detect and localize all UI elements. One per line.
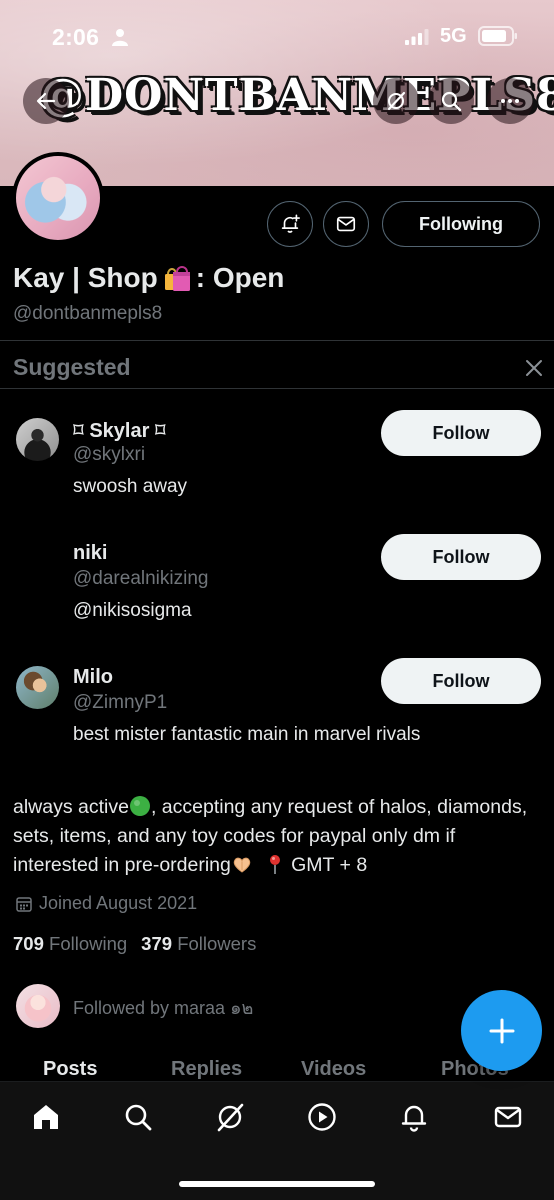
suggested-user-avatar[interactable] [16,542,59,585]
suggested-user-name: ⌑ Skylar ⌑ [73,420,166,442]
suggested-user-bio: @nikisosigma [73,600,192,621]
message-button[interactable] [323,201,369,247]
divider [0,388,554,389]
suggested-user-handle: @ZimnyP1 [73,692,168,713]
suggested-user-avatar[interactable] [16,418,59,461]
battery-icon [478,26,517,46]
grok-button[interactable] [373,78,419,124]
green-circle-icon [129,796,150,816]
followers-count: 379 [141,933,173,954]
back-button[interactable] [23,78,69,124]
profile-handle: @dontbanmepls8 [13,303,163,324]
followed-by-avatar[interactable] [16,984,60,1028]
profile-avatar[interactable] [12,152,104,244]
joined-text: Joined August 2021 [39,893,198,913]
heart-hands-icon [233,857,251,873]
compose-button[interactable] [461,990,542,1071]
more-icon [501,99,519,103]
mail-icon[interactable] [492,1101,524,1133]
following-button[interactable]: Following [382,201,540,247]
display-name: Kay | Shop : Open [13,262,284,294]
followed-by-text[interactable]: Followed by maraa ๑๒ [73,993,253,1022]
grok-icon[interactable] [214,1101,246,1133]
shopping-bags-icon [164,266,190,291]
followers-label: Followers [177,933,257,954]
display-name-text: Kay | Shop [13,262,158,293]
tab-replies[interactable]: Replies [171,1058,242,1081]
bio-location: GMT + 8 [291,854,368,876]
follow-button[interactable]: Follow [381,534,541,580]
search-button[interactable] [428,78,474,124]
home-indicator[interactable] [179,1181,375,1187]
grok-icon [387,91,406,111]
suggested-user-avatar[interactable] [16,666,59,709]
suggested-user-handle: @skylxri [73,444,146,465]
back-icon [36,92,56,110]
bio-text: always active [13,796,129,818]
following-count-link[interactable]: 709 Following [13,933,127,954]
suggested-user-handle: @darealnikizing [73,568,209,589]
home-icon[interactable] [30,1101,62,1133]
suggested-user-bio: swoosh away [73,476,188,497]
search-icon [441,91,462,112]
close-icon[interactable] [523,357,545,379]
follow-counts: 709 Following 379 Followers [13,933,256,955]
more-button[interactable] [487,78,533,124]
network-label: 5G [440,25,467,47]
follow-button[interactable]: Follow [381,658,541,704]
pin-icon [269,855,280,874]
follow-button[interactable]: Follow [381,410,541,456]
bell-icon[interactable] [398,1101,430,1133]
display-name-suffix: : Open [195,262,285,293]
divider [0,340,554,341]
plus-icon [489,1018,514,1043]
search-icon[interactable] [122,1101,154,1133]
mail-icon [336,216,356,232]
suggested-user-name: niki [73,542,108,564]
tab-videos[interactable]: Videos [301,1058,366,1081]
suggested-user-bio: best mister fantastic main in marvel riv… [73,724,421,745]
suggested-user-name: Milo [73,666,113,688]
notifications-subscribe-button[interactable] [267,201,313,247]
status-bar: 2:06 5G [0,0,554,72]
profile-bio: always active, accepting any request of … [13,793,543,880]
signal-icon [405,29,429,45]
following-label: Following [49,933,128,954]
play-icon[interactable] [306,1101,338,1133]
calendar-icon [16,896,32,912]
joined-date: Joined August 2021 [15,893,197,914]
suggested-title: Suggested [13,354,131,380]
bell-plus-icon [281,214,300,233]
following-count: 709 [13,933,44,954]
status-time: 2:06 [52,24,100,50]
followers-count-link[interactable]: 379 Followers [141,933,256,954]
tab-posts[interactable]: Posts [43,1058,97,1081]
person-icon [112,29,128,46]
